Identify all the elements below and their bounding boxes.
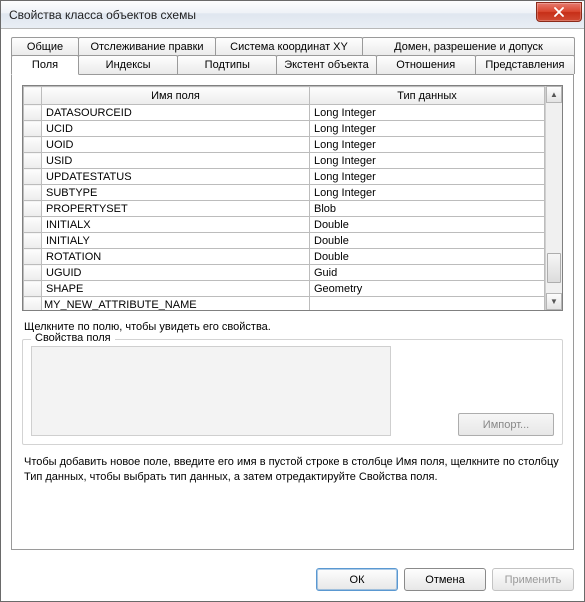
dialog-button-row: ОК Отмена Применить <box>1 560 584 601</box>
table-row[interactable]: SUBTYPELong Integer <box>24 185 545 201</box>
row-header[interactable] <box>24 217 42 233</box>
col-header-name[interactable]: Имя поля <box>42 87 310 105</box>
row-header[interactable] <box>24 265 42 281</box>
cell-field-name[interactable]: USID <box>42 153 310 169</box>
cell-field-name[interactable]: DATASOURCEID <box>42 105 310 121</box>
scroll-down-arrow-icon[interactable]: ▼ <box>546 293 562 310</box>
footer-help-text: Чтобы добавить новое поле, введите его и… <box>24 455 561 485</box>
scroll-thumb[interactable] <box>547 253 561 283</box>
titlebar: Свойства класса объектов схемы <box>1 1 584 29</box>
grid-header-row: Имя поля Тип данных <box>24 87 545 105</box>
table-row[interactable]: USIDLong Integer <box>24 153 545 169</box>
table-row[interactable]: INITIALYDouble <box>24 233 545 249</box>
table-row[interactable]: UGUIDGuid <box>24 265 545 281</box>
table-row[interactable]: UPDATESTATUSLong Integer <box>24 169 545 185</box>
dialog-window: Свойства класса объектов схемы Общие Отс… <box>0 0 585 602</box>
row-header[interactable] <box>24 297 42 311</box>
table-row[interactable]: ROTATIONDouble <box>24 249 545 265</box>
tab-fields[interactable]: Поля <box>11 55 79 75</box>
tab-representations[interactable]: Представления <box>475 55 575 74</box>
cell-field-name[interactable]: INITIALX <box>42 217 310 233</box>
scroll-track[interactable] <box>546 103 562 293</box>
ok-button[interactable]: ОК <box>316 568 398 591</box>
row-header[interactable] <box>24 105 42 121</box>
row-header[interactable] <box>24 281 42 297</box>
table-row[interactable]: UCIDLong Integer <box>24 121 545 137</box>
tab-editor-track[interactable]: Отслеживание правки <box>78 37 216 56</box>
fields-grid-scroll: Имя поля Тип данных DATASOURCEIDLong Int… <box>23 86 545 310</box>
table-row[interactable]: SHAPEGeometry <box>24 281 545 297</box>
tab-row-upper: Общие Отслеживание правки Система коорди… <box>11 37 574 56</box>
cell-field-type[interactable]: Double <box>310 217 545 233</box>
fields-grid-wrap: Имя поля Тип данных DATASOURCEIDLong Int… <box>22 85 563 311</box>
col-header-type[interactable]: Тип данных <box>310 87 545 105</box>
table-row[interactable]: INITIALXDouble <box>24 217 545 233</box>
row-header[interactable] <box>24 185 42 201</box>
tab-extent[interactable]: Экстент объекта <box>276 55 376 74</box>
cell-field-name[interactable]: ROTATION <box>42 249 310 265</box>
cell-field-name[interactable]: UPDATESTATUS <box>42 169 310 185</box>
cell-field-name[interactable]: SHAPE <box>42 281 310 297</box>
grid-vscrollbar[interactable]: ▲ ▼ <box>545 86 562 310</box>
cell-field-type[interactable] <box>310 297 545 311</box>
table-row-editing[interactable] <box>24 297 545 311</box>
cell-field-name[interactable]: INITIALY <box>42 233 310 249</box>
close-icon <box>553 7 565 17</box>
cell-field-name[interactable]: PROPERTYSET <box>42 201 310 217</box>
cell-field-name[interactable]: UOID <box>42 137 310 153</box>
tab-strip: Общие Отслеживание правки Система коорди… <box>11 37 574 74</box>
import-button[interactable]: Импорт... <box>458 413 554 436</box>
cell-field-type[interactable]: Guid <box>310 265 545 281</box>
cell-field-type[interactable]: Double <box>310 233 545 249</box>
table-row[interactable]: PROPERTYSETBlob <box>24 201 545 217</box>
row-header[interactable] <box>24 233 42 249</box>
table-row[interactable]: UOIDLong Integer <box>24 137 545 153</box>
field-name-input[interactable] <box>42 297 309 310</box>
table-row[interactable]: DATASOURCEIDLong Integer <box>24 105 545 121</box>
field-properties-box[interactable] <box>31 346 391 436</box>
apply-button[interactable]: Применить <box>492 568 574 591</box>
tab-domain-res[interactable]: Домен, разрешение и допуск <box>362 37 575 56</box>
cell-field-type[interactable]: Long Integer <box>310 137 545 153</box>
row-header[interactable] <box>24 169 42 185</box>
tab-general[interactable]: Общие <box>11 37 79 56</box>
grid-corner <box>24 87 42 105</box>
cell-field-type[interactable]: Double <box>310 249 545 265</box>
cell-field-name-editing[interactable] <box>42 297 310 311</box>
tab-indexes[interactable]: Индексы <box>78 55 178 74</box>
tab-row-lower: Поля Индексы Подтипы Экстент объекта Отн… <box>11 55 574 74</box>
fields-grid[interactable]: Имя поля Тип данных DATASOURCEIDLong Int… <box>23 86 545 310</box>
tab-coord-xy[interactable]: Система координат XY <box>215 37 363 56</box>
row-header[interactable] <box>24 121 42 137</box>
dialog-content: Общие Отслеживание правки Система коорди… <box>1 29 584 560</box>
cell-field-type[interactable]: Long Integer <box>310 105 545 121</box>
cell-field-name[interactable]: UCID <box>42 121 310 137</box>
row-header[interactable] <box>24 201 42 217</box>
cell-field-type[interactable]: Geometry <box>310 281 545 297</box>
row-header[interactable] <box>24 249 42 265</box>
cell-field-type[interactable]: Long Integer <box>310 153 545 169</box>
tab-subtypes[interactable]: Подтипы <box>177 55 277 74</box>
row-header[interactable] <box>24 137 42 153</box>
cell-field-type[interactable]: Blob <box>310 201 545 217</box>
cell-field-name[interactable]: SUBTYPE <box>42 185 310 201</box>
field-properties-group: Свойства поля Импорт... <box>22 339 563 445</box>
cell-field-name[interactable]: UGUID <box>42 265 310 281</box>
tab-relations[interactable]: Отношения <box>376 55 476 74</box>
cell-field-type[interactable]: Long Integer <box>310 121 545 137</box>
field-properties-legend: Свойства поля <box>31 332 115 344</box>
tab-panel-fields: Имя поля Тип данных DATASOURCEIDLong Int… <box>11 74 574 550</box>
close-button[interactable] <box>536 2 582 22</box>
cell-field-type[interactable]: Long Integer <box>310 185 545 201</box>
scroll-up-arrow-icon[interactable]: ▲ <box>546 86 562 103</box>
cell-field-type[interactable]: Long Integer <box>310 169 545 185</box>
window-title: Свойства класса объектов схемы <box>9 8 536 22</box>
row-header[interactable] <box>24 153 42 169</box>
cancel-button[interactable]: Отмена <box>404 568 486 591</box>
